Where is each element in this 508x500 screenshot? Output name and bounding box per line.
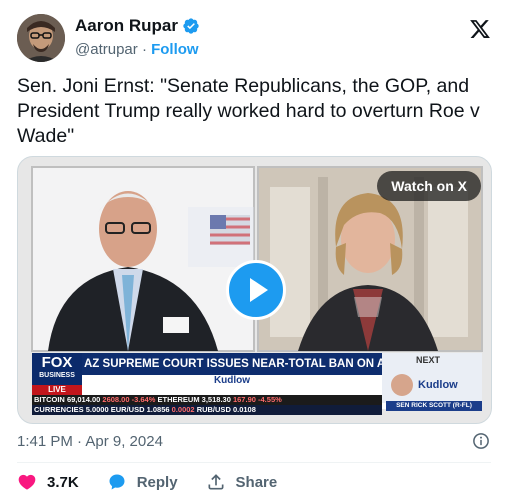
show-name: Kudlow	[213, 375, 251, 386]
share-label: Share	[235, 473, 278, 491]
author-handle-row: @atrupar · Follow	[75, 41, 199, 58]
verified-badge-icon	[183, 18, 199, 34]
like-button[interactable]: 3.7K	[17, 472, 79, 492]
ticker-label: BITCOIN	[34, 395, 65, 404]
tweet-card: Aaron Rupar @atrupar · Follow Sen. Joni …	[0, 0, 508, 500]
ticker-label: ETHEREUM	[157, 395, 200, 404]
ticker-change: 0.0002	[171, 405, 195, 414]
video-player[interactable]: FOX BUSINESS LIVE AZ SUPREME COURT ISSUE…	[17, 156, 492, 424]
separator-dot: ·	[141, 41, 147, 58]
author-avatar[interactable]	[17, 14, 65, 62]
play-icon	[250, 278, 268, 302]
reply-icon	[109, 474, 125, 490]
tweet-text: Sen. Joni Ernst: "Senate Republicans, th…	[17, 75, 480, 147]
tweet-timestamp[interactable]: 1:41 PM · Apr 9, 2024	[17, 433, 163, 450]
ticker-value: 3,518.30	[201, 395, 231, 404]
ticker-value: 69,014.00	[66, 395, 101, 404]
ticker-change: 2608.00	[102, 395, 130, 404]
network-logo-text: FOX	[41, 354, 73, 371]
share-icon	[208, 474, 224, 490]
avatar-photo	[17, 14, 65, 62]
network-sub-text: BUSINESS	[39, 372, 75, 379]
play-button[interactable]	[226, 260, 286, 320]
ticker-row-2: CURRENCIES 5.0000 EUR/USD 1.0856 0.0002 …	[34, 405, 380, 415]
ticker-label: RUB/USD	[196, 405, 231, 414]
ticker-pct: -3.64%	[131, 395, 156, 404]
fox-logo: FOX BUSINESS	[32, 354, 82, 384]
author-handle[interactable]: @atrupar	[75, 41, 138, 58]
follow-button[interactable]: Follow	[151, 41, 199, 58]
ticker-change: 167.90	[232, 395, 256, 404]
ticker-value: 0.0108	[232, 405, 256, 414]
next-show: Kudlow	[418, 379, 458, 391]
author-name[interactable]: Aaron Rupar	[75, 16, 178, 36]
ticker-value: 5.0000	[85, 405, 109, 414]
ticker-value: 1.0856	[146, 405, 170, 414]
watch-on-x-button[interactable]: Watch on X	[377, 171, 481, 201]
heart-icon	[18, 474, 36, 490]
reply-label: Reply	[136, 473, 178, 491]
next-label: NEXT	[416, 355, 441, 365]
ticker-label: EUR/USD	[110, 405, 145, 414]
info-icon[interactable]	[472, 432, 490, 450]
ticker-pct: -4.55%	[258, 395, 282, 404]
like-count: 3.7K	[47, 473, 79, 491]
x-logo-icon[interactable]	[469, 18, 491, 40]
ticker-row-1: BITCOIN 69,014.00 2608.00 -3.64% ETHEREU…	[34, 395, 380, 405]
chyron-headline: AZ SUPREME COURT ISSUES NEAR-TOTAL BAN O…	[84, 358, 382, 370]
reply-button[interactable]: Reply	[107, 472, 178, 492]
divider	[17, 462, 491, 463]
next-guest: SEN RICK SCOTT (R-FL)	[396, 402, 472, 409]
ticker-label: CURRENCIES	[34, 405, 84, 414]
action-bar: 3.7K Reply Share	[17, 472, 305, 492]
share-button[interactable]: Share	[206, 472, 278, 492]
live-label: LIVE	[48, 385, 66, 394]
author-name-row[interactable]: Aaron Rupar	[75, 16, 200, 36]
